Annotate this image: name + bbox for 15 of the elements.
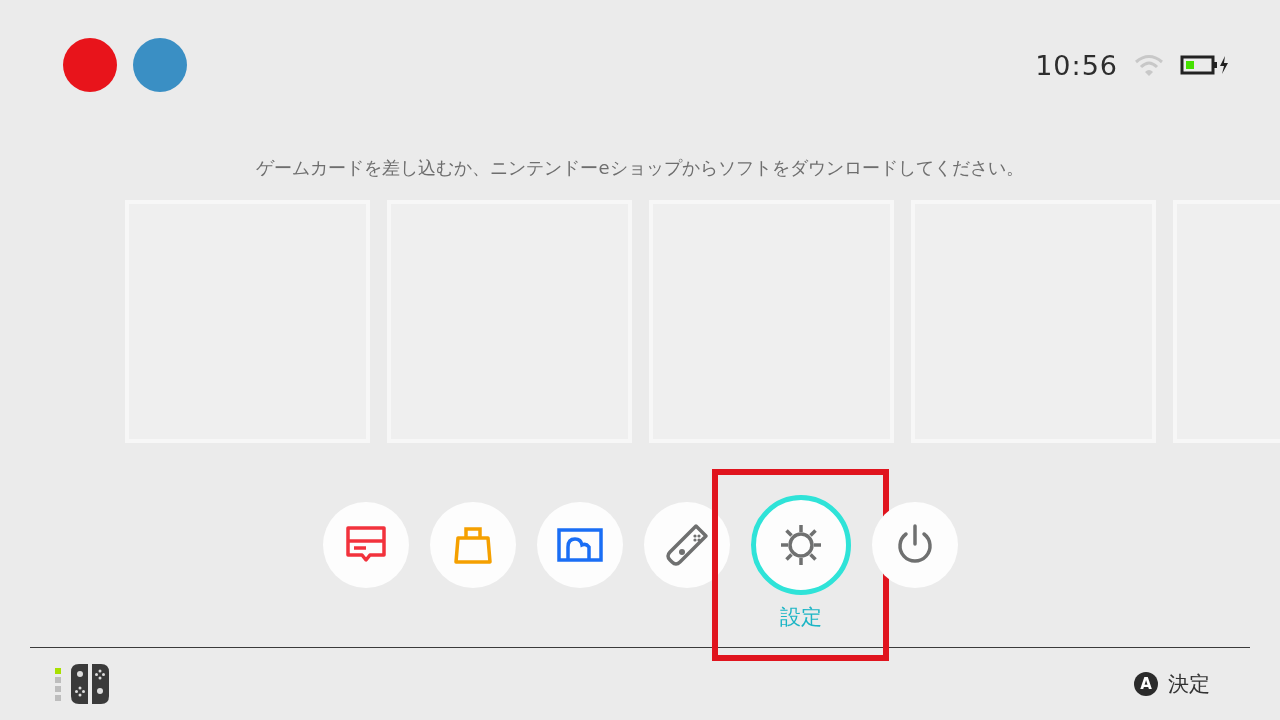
settings-icon xyxy=(779,524,822,566)
user-avatar[interactable] xyxy=(133,38,187,92)
joy-con-icon xyxy=(69,663,111,705)
album-icon xyxy=(555,527,604,563)
shopping-bag-icon xyxy=(451,525,494,565)
user-avatar[interactable] xyxy=(63,38,117,92)
dock-item-label: 設定 xyxy=(779,604,822,631)
battery-icon xyxy=(1180,54,1230,76)
hint-label: 決定 xyxy=(1168,671,1210,698)
wifi-icon xyxy=(1134,54,1164,76)
a-button-glyph: A xyxy=(1134,672,1158,696)
news-icon xyxy=(343,525,388,565)
controller-icon xyxy=(663,522,710,568)
instruction-text: ゲームカードを差し込むか、ニンテンドーeショップからソフトをダウンロードしてください。 xyxy=(255,156,1025,180)
clock-time: 10:56 xyxy=(1035,49,1118,81)
